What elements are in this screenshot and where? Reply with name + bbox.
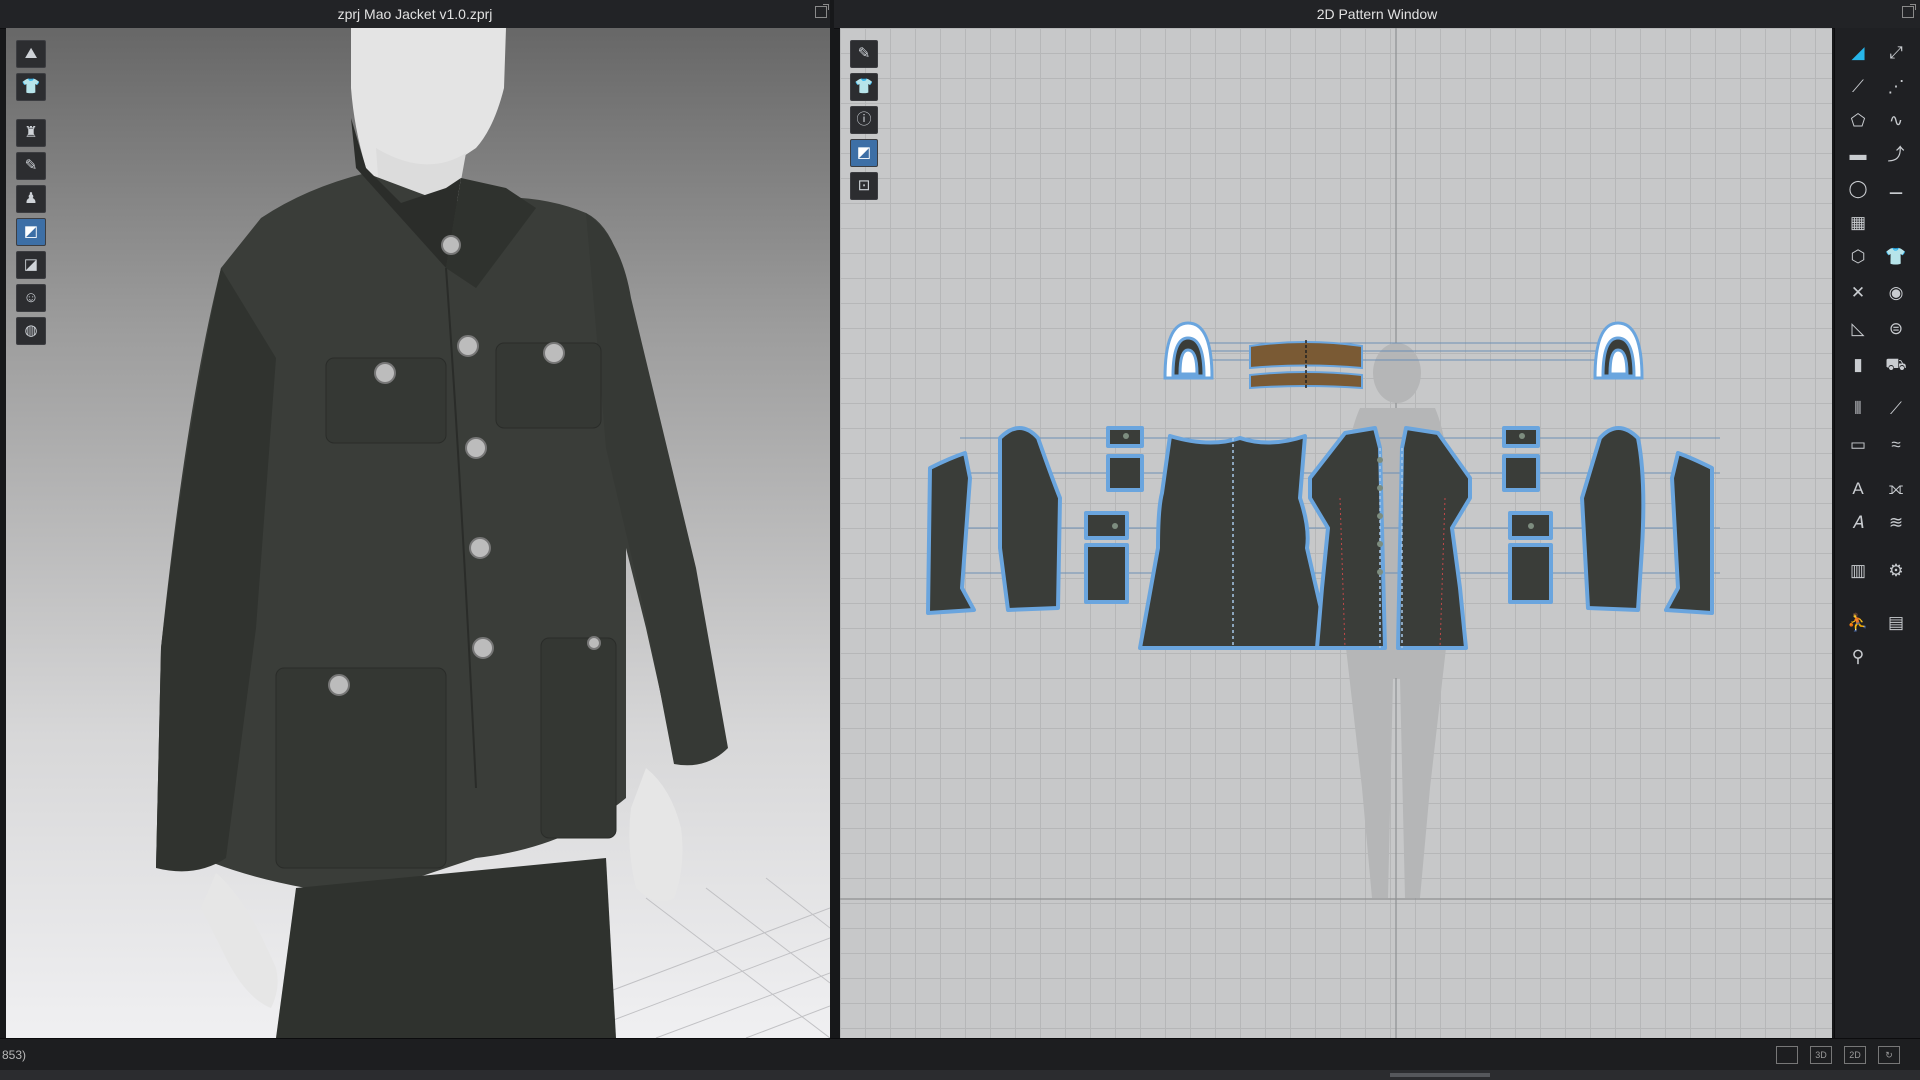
segment-sewing-icon[interactable]: ▮	[1843, 350, 1873, 380]
pattern-window-2d[interactable]: ✎ 👕 ⓘ ◩ ⊡	[840, 28, 1832, 1038]
text-2-icon[interactable]: 𝐴	[1843, 508, 1873, 538]
garment-display-icon[interactable]: 👕	[850, 73, 878, 101]
pleat-icon[interactable]: ▭	[1843, 430, 1873, 460]
cut-icon[interactable]: ✕	[1843, 278, 1873, 308]
zipper-icon[interactable]: ⟋	[1881, 394, 1911, 424]
viewport-3d[interactable]: ⛰ 👕 ♜ ✎ ♟ ◩ ◪ ☺ ◍	[6, 28, 830, 1038]
polygon-icon[interactable]: ⬠	[1843, 106, 1873, 136]
free-sewing-icon[interactable]: ⫴	[1843, 394, 1873, 424]
stitch-icon[interactable]: ⚙	[1881, 556, 1911, 586]
table-icon[interactable]: ▤	[1881, 608, 1911, 638]
edit-point-icon[interactable]: ⋰	[1881, 72, 1911, 102]
lower-pocket-right	[540, 637, 617, 839]
fold-arrangement-icon[interactable]: ⤴	[1881, 140, 1911, 170]
curve-point-icon[interactable]: ∿	[1881, 106, 1911, 136]
scene-3d	[156, 28, 830, 1038]
texture-tool-icon[interactable]: ◩	[850, 139, 878, 167]
pin-icon[interactable]: ♟	[16, 185, 46, 213]
globe-icon[interactable]: ◍	[16, 317, 46, 345]
view-split-button[interactable]	[1776, 1046, 1798, 1064]
pattern-pieces	[926, 426, 1714, 650]
trousers	[276, 858, 616, 1038]
topstitch-icon[interactable]: ⛟	[1881, 350, 1911, 380]
refresh-view-button[interactable]: ↻	[1878, 1046, 1900, 1064]
view-2d-button[interactable]: 2D	[1844, 1046, 1866, 1064]
view3d-title: zprj Mao Jacket v1.0.zprj	[337, 6, 493, 22]
circle-icon[interactable]: ◯	[1843, 174, 1873, 204]
edit-pattern-icon[interactable]: ◢	[1843, 38, 1873, 68]
shirt-icon[interactable]: 👕	[1881, 242, 1911, 272]
avatar-hand-right	[629, 768, 683, 902]
dart-icon[interactable]: ◺	[1843, 314, 1873, 344]
view-mode-buttons: 3D 2D ↻	[1776, 1046, 1900, 1064]
grid-icon[interactable]: ▥	[1843, 556, 1873, 586]
view3d-toolbar: ⛰ 👕 ♜ ✎ ♟ ◩ ◪ ☺ ◍	[16, 40, 46, 345]
status-bar: 853) 3D 2D ↻	[0, 1038, 1920, 1071]
select-mesh-icon[interactable]: ✎	[16, 152, 46, 180]
pattern-tools-sidebar: ◢ ⤢ ⟋ ⋰ ⬠ ∿ ▬ ⤴ ◯ ⚊ ▦ ⬡ 👕 ✕ ◉ ◺ ⊜ ▮ ⛟ ⫴ …	[1834, 28, 1920, 1038]
view2d-toolbar: ✎ 👕 ⓘ ◩ ⊡	[850, 40, 878, 200]
view-3d-button[interactable]: 3D	[1810, 1046, 1832, 1064]
texture-icon[interactable]: ◪	[16, 251, 46, 279]
pattern-canvas	[840, 28, 1832, 1038]
view3d-expand-icon[interactable]	[815, 4, 829, 18]
status-text: 853)	[2, 1048, 27, 1062]
pin-tool-icon[interactable]: ⚲	[1843, 642, 1873, 672]
edit-curve-icon[interactable]: ⟋	[1843, 72, 1873, 102]
rectangle-icon[interactable]: ▬	[1843, 140, 1873, 170]
bottom-edge-bar	[0, 1070, 1920, 1080]
internal-polygon-icon[interactable]: ▦	[1843, 208, 1873, 238]
ironing-icon[interactable]: ⚊	[1881, 174, 1911, 204]
elastic-icon[interactable]: ≋	[1881, 508, 1911, 538]
view2d-expand-icon[interactable]	[1902, 4, 1916, 18]
view2d-titlebar: 2D Pattern Window	[834, 0, 1920, 29]
button-icon[interactable]: ◉	[1881, 278, 1911, 308]
fold-icon[interactable]: ◩	[16, 218, 46, 246]
info-icon[interactable]: ⓘ	[850, 106, 878, 134]
trace-icon[interactable]: ⬡	[1843, 242, 1873, 272]
view2d-title: 2D Pattern Window	[1316, 6, 1438, 22]
avatar-icon[interactable]: ☺	[16, 284, 46, 312]
transform-icon[interactable]: ⤢	[1881, 38, 1911, 68]
text-icon[interactable]: A	[1843, 474, 1873, 504]
transform-pattern-icon[interactable]: ✎	[850, 40, 878, 68]
fit-icon[interactable]: ♜	[16, 119, 46, 147]
lower-pocket-left	[275, 667, 447, 869]
view3d-titlebar: zprj Mao Jacket v1.0.zprj	[0, 0, 830, 29]
buttonhole-icon[interactable]: ⊜	[1881, 314, 1911, 344]
fold-line-icon[interactable]: ⟗	[1881, 474, 1911, 504]
simulation-icon[interactable]: ⛰	[16, 40, 46, 68]
measure-icon[interactable]: ≈	[1881, 430, 1911, 460]
garment-icon[interactable]: 👕	[16, 73, 46, 101]
lock-icon[interactable]: ⊡	[850, 172, 878, 200]
avatar-hand-left	[201, 873, 278, 1008]
avatar-measure-icon[interactable]: ⛹	[1843, 608, 1873, 638]
